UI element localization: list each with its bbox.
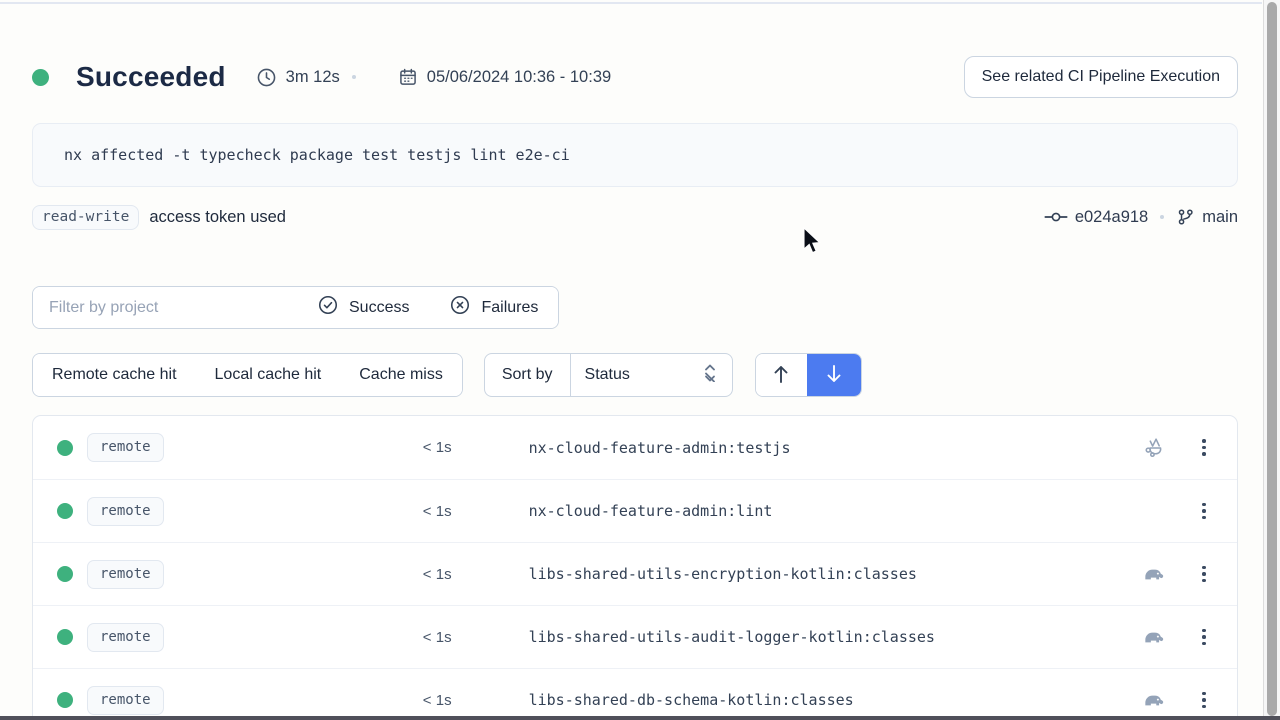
- run-date-text: 05/06/2024 10:36 - 10:39: [427, 68, 611, 87]
- arrow-up-icon: [771, 363, 791, 388]
- filter-failures-button[interactable]: Failures: [429, 287, 558, 328]
- gradle-icon: [1141, 561, 1167, 587]
- commit-sha: e024a918: [1075, 208, 1148, 227]
- vcs-separator-dot: [1160, 215, 1164, 219]
- page-scrollbar[interactable]: [1263, 0, 1280, 720]
- sort-group: Sort by Status: [484, 353, 733, 397]
- scrollbar-thumb[interactable]: [1267, 2, 1277, 716]
- cache-filter-group: Remote cache hit Local cache hit Cache m…: [32, 353, 463, 397]
- task-duration: < 1s: [164, 692, 452, 709]
- clock-icon: [256, 67, 277, 88]
- task-row[interactable]: remote < 1s nx-cloud-feature-admin:lint: [33, 479, 1237, 542]
- task-row[interactable]: remote < 1s nx-cloud-feature-admin:testj…: [33, 416, 1237, 479]
- arrow-down-icon: [824, 363, 844, 388]
- project-filter-input[interactable]: [33, 287, 297, 328]
- task-name: nx-cloud-feature-admin:lint: [529, 502, 773, 520]
- gradle-icon: [1141, 687, 1167, 713]
- task-row[interactable]: remote < 1s libs-shared-utils-audit-logg…: [33, 605, 1237, 668]
- cache-sort-bar: Remote cache hit Local cache hit Cache m…: [32, 353, 1238, 397]
- task-success-dot: [57, 440, 73, 456]
- filter-failures-label: Failures: [481, 299, 538, 317]
- filter-cache-miss-button[interactable]: Cache miss: [340, 354, 462, 396]
- run-header: Succeeded 3m 12s 05/06/2024 10:36 - 10:3…: [32, 56, 1238, 98]
- git-branch-icon: [1176, 207, 1195, 227]
- sort-by-label: Sort by: [485, 354, 570, 396]
- task-list: remote < 1s nx-cloud-feature-admin:testj…: [32, 415, 1238, 720]
- filter-bar: Success Failures: [32, 286, 1238, 329]
- cache-status-badge: remote: [87, 497, 164, 526]
- cache-status-badge: remote: [87, 686, 164, 715]
- branch-info[interactable]: main: [1176, 207, 1238, 227]
- filter-local-cache-hit-button[interactable]: Local cache hit: [196, 354, 341, 396]
- sort-field-select[interactable]: Status: [570, 354, 732, 396]
- task-duration: < 1s: [164, 503, 452, 520]
- check-circle-icon: [317, 294, 339, 321]
- task-menu-button[interactable]: [1197, 435, 1211, 460]
- commit-info[interactable]: e024a918: [1044, 208, 1148, 227]
- access-token-label: access token used: [149, 208, 286, 227]
- task-success-dot: [57, 629, 73, 645]
- task-menu-button[interactable]: [1197, 625, 1211, 650]
- x-circle-icon: [449, 294, 471, 321]
- git-commit-icon: [1044, 208, 1068, 226]
- task-name: libs-shared-utils-encryption-kotlin:clas…: [529, 565, 917, 583]
- task-name: libs-shared-utils-audit-logger-kotlin:cl…: [529, 628, 935, 646]
- task-name: libs-shared-db-schema-kotlin:classes: [529, 691, 854, 709]
- cache-status-badge: remote: [87, 560, 164, 589]
- chevron-up-down-icon: [702, 364, 718, 387]
- gradle-icon: [1141, 624, 1167, 650]
- run-date: 05/06/2024 10:36 - 10:39: [398, 67, 611, 87]
- filter-success-label: Success: [349, 299, 409, 317]
- main-content: Succeeded 3m 12s 05/06/2024 10:36 - 10:3…: [32, 0, 1238, 720]
- task-duration: < 1s: [164, 439, 452, 456]
- see-related-pipeline-button[interactable]: See related CI Pipeline Execution: [964, 56, 1238, 98]
- sort-selected-value: Status: [585, 366, 630, 384]
- calendar-icon: [398, 67, 418, 87]
- project-filter-group: Success Failures: [32, 286, 559, 329]
- run-status-title: Succeeded: [76, 61, 226, 93]
- token-row: read-write access token used e024a918 ma…: [32, 202, 1238, 232]
- sort-descending-button[interactable]: [807, 354, 861, 396]
- task-menu-button[interactable]: [1197, 688, 1211, 713]
- task-row[interactable]: remote < 1s libs-shared-utils-encryption…: [33, 542, 1237, 605]
- access-token-badge: read-write: [32, 205, 139, 230]
- task-name: nx-cloud-feature-admin:testjs: [529, 439, 791, 457]
- cache-status-badge: remote: [87, 623, 164, 652]
- jest-icon: [1141, 435, 1167, 461]
- sort-ascending-button[interactable]: [756, 354, 807, 396]
- filter-success-button[interactable]: Success: [297, 287, 429, 328]
- meta-separator-dot: [352, 75, 356, 79]
- task-success-dot: [57, 566, 73, 582]
- branch-name: main: [1202, 208, 1238, 227]
- task-menu-button[interactable]: [1197, 499, 1211, 524]
- screen-bottom-edge: [0, 716, 1280, 720]
- run-duration-text: 3m 12s: [286, 68, 340, 87]
- sort-direction-group: [755, 353, 862, 397]
- run-command: nx affected -t typecheck package test te…: [32, 123, 1238, 187]
- cache-status-badge: remote: [87, 433, 164, 462]
- task-success-dot: [57, 692, 73, 708]
- run-duration: 3m 12s: [256, 67, 340, 88]
- task-menu-button[interactable]: [1197, 562, 1211, 587]
- task-duration: < 1s: [164, 566, 452, 583]
- task-duration: < 1s: [164, 629, 452, 646]
- task-success-dot: [57, 503, 73, 519]
- run-status-dot: [32, 69, 49, 86]
- filter-remote-cache-hit-button[interactable]: Remote cache hit: [33, 354, 196, 396]
- task-row[interactable]: remote < 1s libs-shared-db-schema-kotlin…: [33, 668, 1237, 720]
